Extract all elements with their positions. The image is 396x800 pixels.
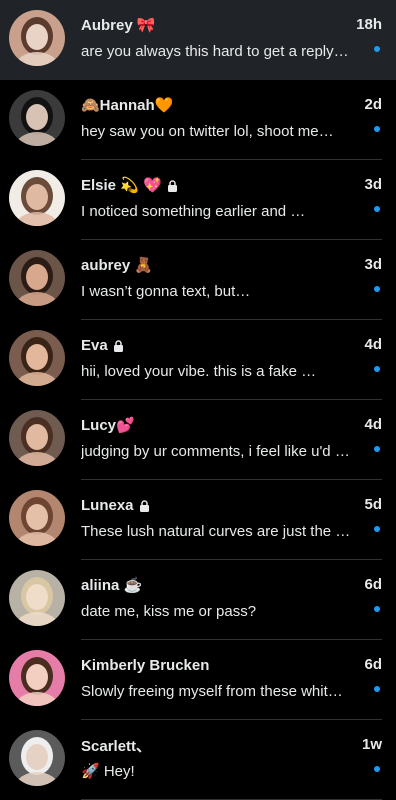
conversation-preview-line: These lush natural curves are just the … (81, 521, 382, 541)
unread-dot-icon (374, 526, 380, 532)
unread-dot-icon (374, 286, 380, 292)
lock-icon (167, 179, 178, 192)
message-preview: hii, loved your vibe. this is a fake … (81, 362, 317, 380)
contact-name: Lucy💕 (81, 417, 135, 434)
conversation-header: Lunexa (81, 494, 382, 516)
timestamp: 5d (364, 496, 382, 513)
conversation-row[interactable]: 🙈Hannah🧡 2d hey saw you on twitter lol, sh… (0, 80, 396, 160)
conversation-content: Kimberly Brucken 6d Slowly freeing myself … (81, 654, 382, 701)
conversation-row[interactable]: Kimberly Brucken 6d Slowly freeing myself … (0, 640, 396, 720)
conversation-row[interactable]: Lucy💕 4d judging by ur comments, i feel li… (0, 400, 396, 480)
conversation-header: Lucy💕 (81, 414, 382, 436)
avatar[interactable] (9, 170, 65, 226)
unread-dot-icon (374, 366, 380, 372)
conversation-row[interactable]: Elsie 💫 💖 3d I noticed something earlier a… (0, 160, 396, 240)
conversation-content: 🙈Hannah🧡 2d hey saw you on twitter lol, sh… (81, 94, 382, 141)
timestamp: 4d (364, 336, 382, 353)
conversation-preview-line: judging by ur comments, i feel like u'd … (81, 441, 382, 461)
avatar[interactable] (9, 730, 65, 786)
timestamp: 6d (364, 656, 382, 673)
conversation-header: Scarlett、 (81, 734, 382, 756)
unread-dot-icon (374, 606, 380, 612)
conversation-header: Kimberly Brucken (81, 654, 382, 676)
conversation-content: Aubrey 🎀 18h are you always this hard to g… (81, 14, 382, 61)
timestamp: 1w (361, 736, 382, 753)
unread-dot-icon (374, 446, 380, 452)
conversation-content: Lucy💕 4d judging by ur comments, i feel li… (81, 414, 382, 461)
conversation-row[interactable]: aliina ☕ 6d date me, kiss me or pass? (0, 560, 396, 640)
conversation-preview-line: hey saw you on twitter lol, shoot me… (81, 121, 382, 141)
timestamp: 2d (364, 96, 382, 113)
unread-dot-icon (374, 686, 380, 692)
unread-dot-icon (374, 766, 380, 772)
message-preview: Slowly freeing myself from these whit… (81, 682, 343, 700)
lock-icon (113, 339, 124, 352)
contact-name: aliina ☕ (81, 577, 143, 594)
message-preview: judging by ur comments, i feel like u'd … (81, 442, 350, 460)
conversation-row[interactable]: Aubrey 🎀 18h are you always this hard to g… (0, 0, 396, 80)
timestamp: 4d (364, 416, 382, 433)
avatar[interactable] (9, 330, 65, 386)
conversation-row[interactable]: Lunexa 5d These lush natural curves are ju… (0, 480, 396, 560)
contact-name: Kimberly Brucken (81, 656, 210, 674)
conversation-header: aubrey 🧸 (81, 254, 382, 276)
unread-dot-icon (374, 206, 380, 212)
unread-dot-icon (374, 126, 380, 132)
conversation-preview-line: are you always this hard to get a reply… (81, 41, 382, 61)
conversation-content: Elsie 💫 💖 3d I noticed something earlier a… (81, 174, 382, 221)
conversation-header: Elsie 💫 💖 (81, 174, 382, 196)
conversation-preview-line: I wasn’t gonna text, but… (81, 281, 382, 301)
conversation-row[interactable]: Scarlett、 1w 🚀 Hey! (0, 720, 396, 800)
contact-name: Eva (81, 336, 108, 354)
message-preview: I noticed something earlier and … (81, 202, 306, 220)
timestamp: 3d (364, 256, 382, 273)
contact-name: Scarlett、 (81, 737, 152, 755)
timestamp: 6d (364, 576, 382, 593)
unread-dot-icon (374, 46, 380, 52)
conversation-header: 🙈Hannah🧡 (81, 94, 382, 116)
contact-name: aubrey 🧸 (81, 257, 154, 274)
avatar[interactable] (9, 570, 65, 626)
conversation-preview-line: Slowly freeing myself from these whit… (81, 681, 382, 701)
conversation-header: aliina ☕ (81, 574, 382, 596)
conversation-preview-line: 🚀 Hey! (81, 761, 382, 781)
message-preview: 🚀 Hey! (81, 763, 135, 780)
conversation-header: Eva (81, 334, 382, 356)
contact-name: Aubrey 🎀 (81, 17, 156, 34)
timestamp: 3d (364, 176, 382, 193)
conversation-row[interactable]: Eva 4d hii, loved your vibe. this is a fak… (0, 320, 396, 400)
timestamp: 18h (356, 16, 382, 33)
contact-name: 🙈Hannah🧡 (81, 97, 174, 114)
message-preview: hey saw you on twitter lol, shoot me… (81, 122, 334, 140)
avatar[interactable] (9, 650, 65, 706)
contact-name: Elsie 💫 💖 (81, 177, 162, 194)
conversation-header: Aubrey 🎀 (81, 14, 382, 36)
message-preview: date me, kiss me or pass? (81, 602, 257, 620)
conversation-row[interactable]: aubrey 🧸 3d I wasn’t gonna text, but… (0, 240, 396, 320)
conversation-content: aliina ☕ 6d date me, kiss me or pass? (81, 574, 382, 621)
conversation-content: Eva 4d hii, loved your vibe. this is a fak… (81, 334, 382, 381)
avatar[interactable] (9, 90, 65, 146)
message-preview: I wasn’t gonna text, but… (81, 282, 251, 300)
conversation-content: Lunexa 5d These lush natural curves are ju… (81, 494, 382, 541)
avatar[interactable] (9, 250, 65, 306)
conversation-list: Aubrey 🎀 18h are you always this hard to g… (0, 0, 396, 800)
avatar[interactable] (9, 410, 65, 466)
conversation-content: Scarlett、 1w 🚀 Hey! (81, 734, 382, 781)
message-preview: are you always this hard to get a reply… (81, 42, 349, 60)
conversation-preview-line: I noticed something earlier and … (81, 201, 382, 221)
conversation-preview-line: hii, loved your vibe. this is a fake … (81, 361, 382, 381)
avatar[interactable] (9, 10, 65, 66)
conversation-content: aubrey 🧸 3d I wasn’t gonna text, but… (81, 254, 382, 301)
message-preview: These lush natural curves are just the … (81, 522, 351, 540)
contact-name: Lunexa (81, 496, 134, 514)
conversation-preview-line: date me, kiss me or pass? (81, 601, 382, 621)
lock-icon (139, 499, 150, 512)
avatar[interactable] (9, 490, 65, 546)
